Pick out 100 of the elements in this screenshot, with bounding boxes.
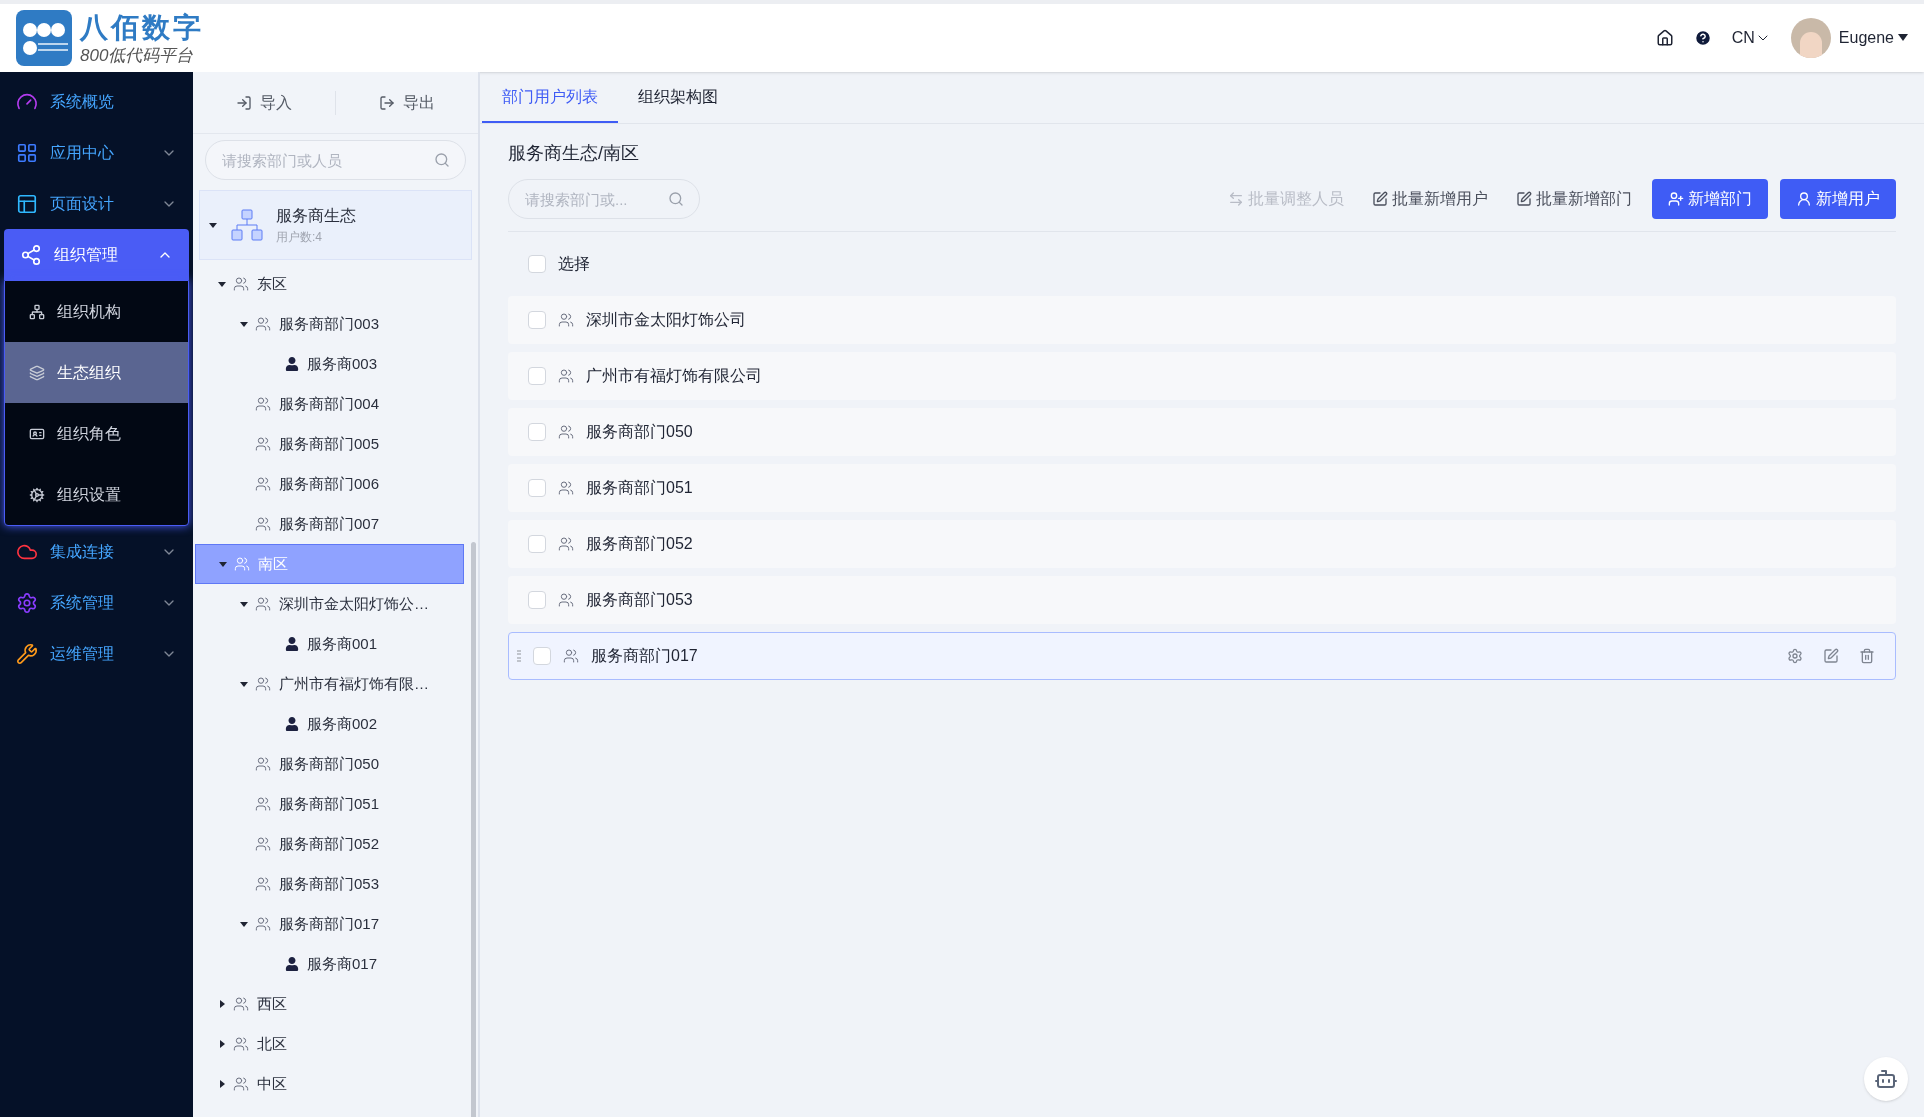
caret-icon[interactable] [239, 679, 249, 689]
search-field[interactable]: 请搜索部门或... [508, 179, 700, 219]
caret-icon[interactable] [218, 559, 228, 569]
checkbox[interactable] [528, 423, 546, 441]
tree-item[interactable]: 服务商部门051 [195, 784, 464, 824]
tab[interactable]: 部门用户列表 [482, 72, 618, 123]
list-row[interactable]: 服务商部门017 [508, 632, 1896, 680]
row-label: 服务商部门017 [591, 646, 698, 666]
tree-item[interactable]: 西区 [195, 984, 464, 1024]
scrollbar[interactable] [471, 542, 476, 1117]
export-button[interactable]: 导出 [336, 90, 478, 115]
select-all-label: 选择 [558, 254, 590, 274]
settings-icon[interactable] [1787, 648, 1803, 664]
tree-item[interactable]: 东区 [195, 264, 464, 304]
tree-item[interactable]: 广州市有福灯饰有限… [195, 664, 464, 704]
row-label: 服务商部门051 [586, 478, 693, 498]
menu-item[interactable]: 系统管理 [0, 577, 193, 628]
tree-item[interactable]: 服务商部门004 [195, 384, 464, 424]
tree-item[interactable]: 服务商003 [195, 344, 464, 384]
checkbox[interactable] [528, 535, 546, 553]
submenu-item[interactable]: 组织角色 [5, 403, 188, 464]
list-row[interactable]: 服务商部门050 [508, 408, 1896, 456]
tree-item[interactable]: 服务商部门005 [195, 424, 464, 464]
search-icon[interactable] [668, 191, 684, 207]
home-icon[interactable] [1655, 29, 1674, 47]
tree-item[interactable]: 服务商001 [195, 624, 464, 664]
checkbox[interactable] [528, 479, 546, 497]
caret-icon[interactable] [217, 999, 227, 1009]
users-icon [255, 796, 271, 812]
menu-item[interactable]: 页面设计 [0, 178, 193, 229]
import-button[interactable]: 导入 [193, 90, 336, 115]
menu-item[interactable]: 组织管理 [4, 229, 189, 280]
caret-icon[interactable] [208, 220, 218, 230]
edit-icon[interactable] [1823, 648, 1839, 664]
add-button[interactable]: 新增部门 [1652, 179, 1768, 219]
root-card[interactable]: 服务商生态 用户数:4 [199, 190, 472, 260]
search-field[interactable]: 请搜索部门或人员 [205, 140, 466, 180]
caret-icon[interactable] [239, 919, 249, 929]
org-chart-icon [230, 208, 264, 242]
caret-icon[interactable] [217, 1039, 227, 1049]
caret-icon[interactable] [239, 319, 249, 329]
user-menu[interactable]: Eugene [1838, 26, 1908, 50]
language-dropdown[interactable]: CN [1731, 26, 1771, 50]
users-icon [558, 592, 574, 608]
share-icon [20, 243, 42, 266]
checkbox[interactable] [533, 647, 551, 665]
tree-item[interactable]: 服务商部门007 [195, 504, 464, 544]
users-icon [233, 996, 249, 1012]
tree-item[interactable]: 中区 [195, 1064, 464, 1104]
tree-item[interactable]: 服务商部门017 [195, 904, 464, 944]
caret-icon[interactable] [239, 599, 249, 609]
tree-item[interactable]: 北区 [195, 1024, 464, 1064]
list-row[interactable]: 服务商部门052 [508, 520, 1896, 568]
menu-item[interactable]: 系统概览 [0, 76, 193, 127]
add-button[interactable]: 新增用户 [1780, 179, 1896, 219]
tab[interactable]: 组织架构图 [618, 72, 738, 123]
hierarchy-icon [29, 303, 45, 320]
menu-item[interactable]: 集成连接 [0, 526, 193, 577]
users-icon [255, 396, 271, 412]
users-icon [255, 916, 271, 932]
help-icon[interactable] [1693, 29, 1712, 47]
avatar[interactable] [1790, 18, 1831, 58]
submenu-item[interactable]: 组织设置 [5, 464, 188, 525]
checkbox[interactable] [528, 591, 546, 609]
list-row[interactable]: 深圳市金太阳灯饰公司 [508, 296, 1896, 344]
delete-icon[interactable] [1859, 648, 1875, 664]
tree-item[interactable]: 服务商部门003 [195, 304, 464, 344]
search-icon[interactable] [434, 152, 450, 168]
caret-icon[interactable] [217, 279, 227, 289]
row-label: 服务商部门050 [586, 422, 693, 442]
list-row[interactable]: 服务商部门053 [508, 576, 1896, 624]
checkbox[interactable] [528, 311, 546, 329]
list-row[interactable]: 服务商部门051 [508, 464, 1896, 512]
submenu-item[interactable]: 生态组织 [5, 342, 188, 403]
tree-item[interactable]: 服务商017 [195, 944, 464, 984]
menu-item[interactable]: 应用中心 [0, 127, 193, 178]
logo-icon [16, 10, 72, 66]
tree-item[interactable]: 服务商部门052 [195, 824, 464, 864]
batch-action-button[interactable]: 批量新增用户 [1364, 179, 1496, 219]
checkbox[interactable] [528, 255, 546, 273]
batch-action-button[interactable]: 批量新增部门 [1508, 179, 1640, 219]
checkbox[interactable] [528, 367, 546, 385]
tree-item[interactable]: 服务商部门053 [195, 864, 464, 904]
list-row[interactable]: 广州市有福灯饰有限公司 [508, 352, 1896, 400]
users-icon [558, 368, 574, 384]
menu-item[interactable]: 运维管理 [0, 628, 193, 679]
assistant-button[interactable] [1864, 1057, 1908, 1101]
tree-item[interactable]: 服务商部门006 [195, 464, 464, 504]
caret-icon[interactable] [217, 1079, 227, 1089]
robot-icon [1874, 1067, 1898, 1091]
swap-arrows-icon [1228, 191, 1244, 207]
tree-item[interactable]: 服务商002 [195, 704, 464, 744]
submenu-item[interactable]: 组织机构 [5, 281, 188, 342]
users-icon [255, 596, 271, 612]
row-label: 服务商部门052 [586, 534, 693, 554]
users-icon [255, 436, 271, 452]
drag-handle-icon[interactable] [517, 650, 521, 662]
users-icon [234, 556, 250, 572]
tree-item[interactable]: 深圳市金太阳灯饰公… [195, 584, 464, 624]
tree-item[interactable]: 服务商部门050 [195, 744, 464, 784]
